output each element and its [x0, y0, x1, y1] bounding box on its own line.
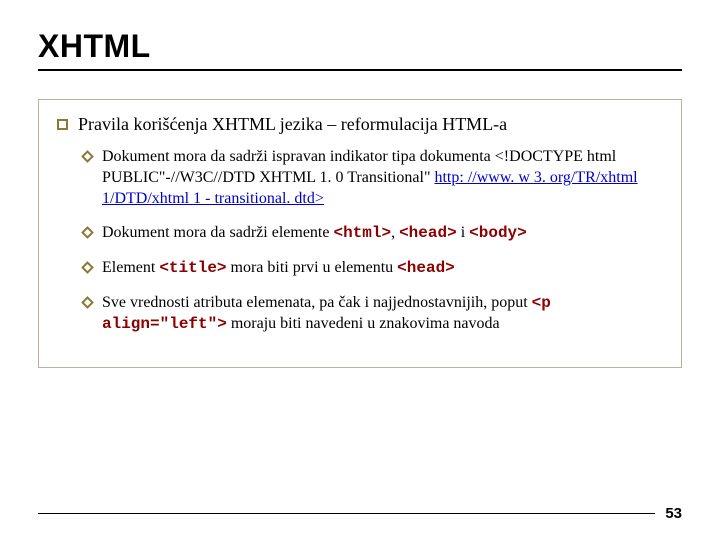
diamond-bullet-icon	[81, 261, 94, 274]
main-bullet-text: Pravila korišćenja XHTML jezika – reform…	[78, 114, 507, 135]
square-bullet-icon	[57, 119, 68, 130]
title-underline	[38, 69, 682, 71]
footer: 53	[38, 505, 682, 522]
text-fragment: mora biti prvi u elementu	[227, 259, 398, 276]
code-html-tag: <html>	[333, 224, 391, 242]
code-title-tag: <title>	[159, 259, 226, 277]
slide-title: XHTML	[38, 28, 682, 65]
sub-list: Dokument mora da sadrži ispravan indikat…	[57, 147, 663, 335]
text-fragment: Sve vrednosti atributa elemenata, pa čak…	[102, 294, 532, 311]
list-item-text: Element <title> mora biti prvi u element…	[102, 258, 663, 279]
diamond-bullet-icon	[81, 296, 94, 309]
diamond-bullet-icon	[81, 227, 94, 240]
code-head-tag: <head>	[399, 224, 457, 242]
text-fragment: moraju biti navedeni u znakovima navoda	[227, 315, 500, 332]
code-head-tag: <head>	[397, 259, 455, 277]
list-item: Dokument mora da sadrži ispravan indikat…	[81, 147, 663, 209]
list-item: Element <title> mora biti prvi u element…	[81, 258, 663, 279]
footer-rule	[38, 513, 655, 514]
list-item-text: Sve vrednosti atributa elemenata, pa čak…	[102, 293, 663, 335]
text-fragment: Dokument mora da sadrži elemente	[102, 224, 333, 241]
page-number: 53	[655, 505, 682, 522]
main-bullet: Pravila korišćenja XHTML jezika – reform…	[57, 114, 663, 135]
list-item: Sve vrednosti atributa elemenata, pa čak…	[81, 293, 663, 335]
list-item: Dokument mora da sadrži elemente <html>,…	[81, 223, 663, 244]
list-item-text: Dokument mora da sadrži elemente <html>,…	[102, 223, 663, 244]
text-fragment: ,	[391, 224, 399, 241]
code-body-tag: <body>	[469, 224, 527, 242]
list-item-text: Dokument mora da sadrži ispravan indikat…	[102, 147, 663, 209]
diamond-bullet-icon	[81, 150, 94, 163]
text-fragment: Element	[102, 259, 159, 276]
content-box: Pravila korišćenja XHTML jezika – reform…	[38, 99, 682, 368]
text-fragment: i	[457, 224, 469, 241]
